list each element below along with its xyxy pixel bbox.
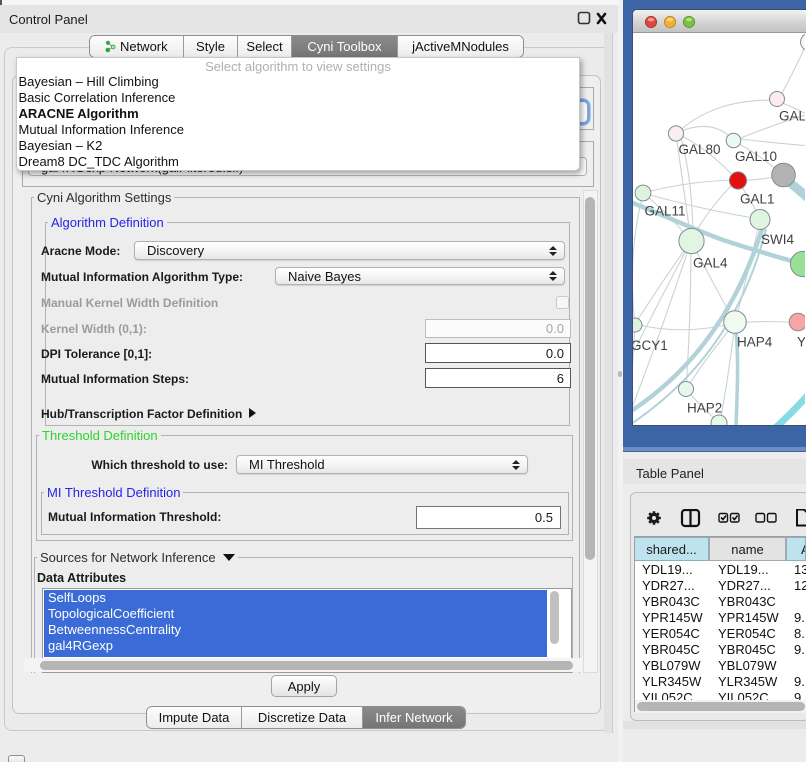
svg-text:GCY1: GCY1 (633, 338, 668, 353)
svg-text:GAL4: GAL4 (693, 256, 728, 271)
svg-text:Y: Y (797, 335, 805, 350)
svg-text:SWI4: SWI4 (761, 232, 794, 247)
svg-text:GAL80: GAL80 (679, 142, 721, 157)
svg-text:GAL11: GAL11 (645, 204, 686, 219)
svg-text:GAL1: GAL1 (740, 192, 775, 207)
svg-text:HAP4: HAP4 (737, 335, 773, 350)
svg-text:GAL7: GAL7 (779, 109, 805, 124)
svg-text:GAL10: GAL10 (735, 149, 777, 164)
svg-text:HAP2: HAP2 (687, 401, 722, 416)
